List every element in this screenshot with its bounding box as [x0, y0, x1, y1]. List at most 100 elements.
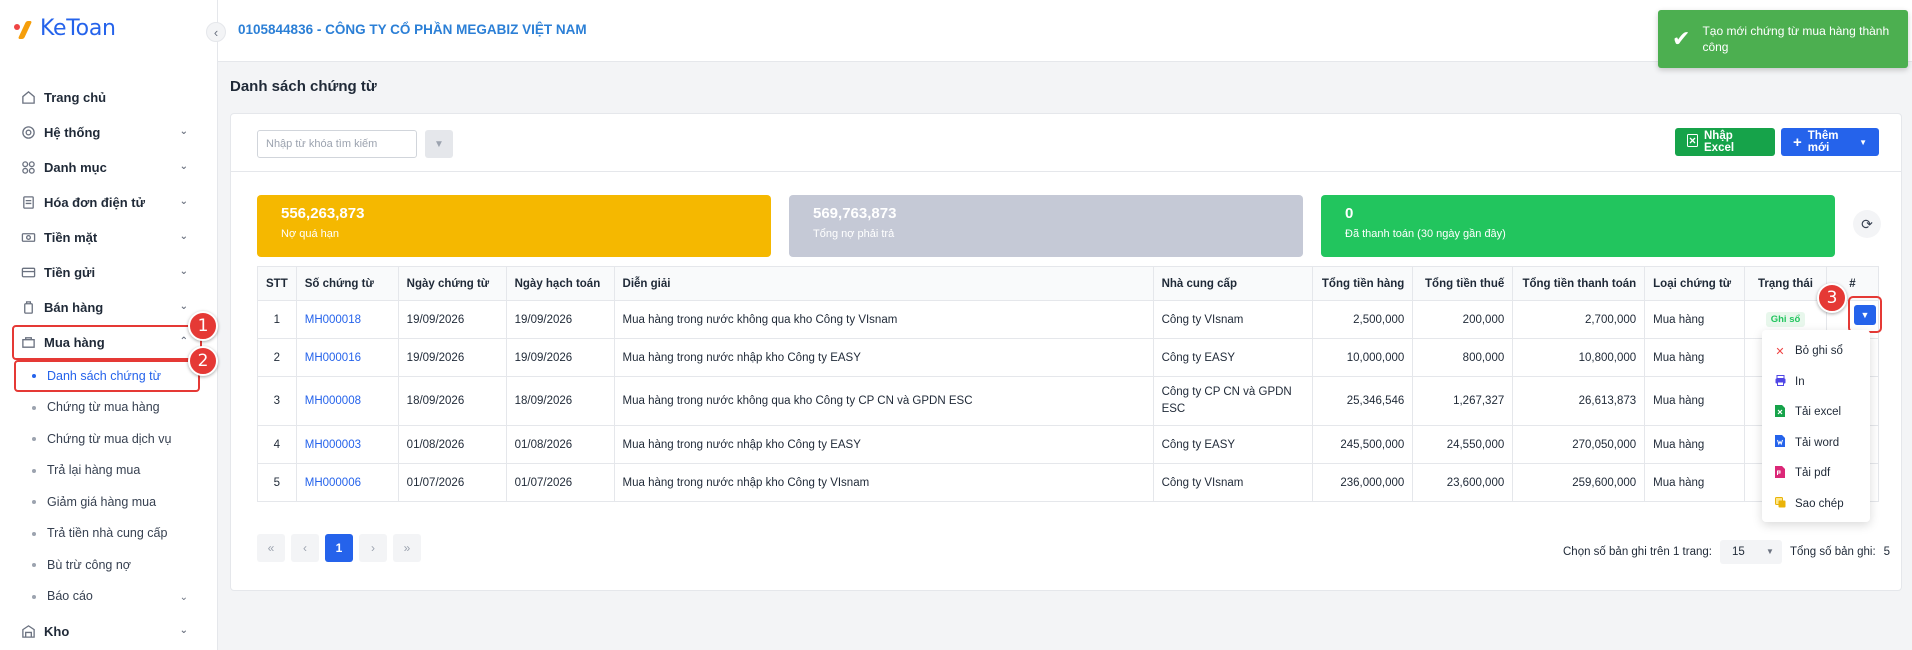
caret-down-icon: ▼	[1860, 309, 1870, 320]
menu-item-download-excel[interactable]: Tải excel	[1762, 397, 1870, 428]
purchase-submenu: Danh sách chứng từ Chứng từ mua hàng Chứ…	[0, 360, 218, 612]
submenu-item-report[interactable]: Báo cáo ⌄	[0, 581, 218, 613]
table-row[interactable]: 1 MH000018 19/09/2026 19/09/2026 Mua hàn…	[257, 300, 1880, 339]
submenu-item-debt-offset[interactable]: Bù trừ công nợ	[0, 549, 218, 581]
cell-description: Mua hàng trong nước nhập kho Công ty EAS…	[613, 425, 1154, 464]
submenu-item-purchase-discount[interactable]: Giảm giá hàng mua	[0, 486, 218, 518]
chevron-down-icon: ⌄	[179, 591, 188, 603]
next-page-button[interactable]: ›	[359, 534, 387, 562]
sidebar-item-purchase[interactable]: Mua hàng ⌃	[12, 325, 202, 360]
sidebar-item-home[interactable]: Trang chủ	[0, 80, 218, 115]
voucher-link[interactable]: MH000016	[305, 352, 361, 364]
refresh-button[interactable]: ⟳	[1853, 210, 1881, 238]
import-excel-button[interactable]: Nhập Excel	[1675, 128, 1775, 156]
cell-posting-date: 19/09/2026	[505, 300, 615, 339]
cell-stt: 3	[257, 376, 297, 426]
chevron-left-icon: ‹	[213, 24, 219, 40]
check-icon: ✔	[1672, 26, 1691, 51]
col-goods-total[interactable]: Tổng tiền hàng	[1312, 266, 1414, 301]
stat-value: 569,763,873	[813, 205, 897, 222]
cell-voucher-date: 01/08/2026	[397, 425, 507, 464]
sidebar-item-label: Tiền mặt	[44, 230, 98, 245]
menu-item-download-word[interactable]: Tải word	[1762, 428, 1870, 459]
cell-voucher-no: MH000006	[295, 463, 399, 502]
menu-item-download-pdf[interactable]: Tải pdf	[1762, 458, 1870, 489]
page-button-current[interactable]: 1	[325, 534, 353, 562]
sidebar-item-cash[interactable]: Tiền mặt ⌄	[0, 220, 218, 255]
sidebar-item-sales[interactable]: Bán hàng ⌄	[0, 290, 218, 325]
submenu-item-service-voucher[interactable]: Chứng từ mua dịch vụ	[0, 423, 218, 455]
col-voucher-no[interactable]: Số chứng từ	[295, 266, 399, 301]
logo[interactable]: KeToan	[14, 16, 116, 41]
voucher-link[interactable]: MH000008	[305, 395, 361, 407]
sales-icon	[20, 300, 36, 316]
col-tax-total[interactable]: Tổng tiền thuế	[1412, 266, 1514, 301]
col-voucher-type[interactable]: Loại chứng từ	[1644, 266, 1746, 301]
submenu-item-label: Danh sách chứng từ	[47, 368, 162, 383]
page-size-select[interactable]: 15 ▼	[1719, 540, 1782, 564]
add-new-button[interactable]: + Thêm mới ▼	[1781, 128, 1879, 156]
prev-page-button[interactable]: ‹	[291, 534, 319, 562]
table-row[interactable]: 2 MH000016 19/09/2026 19/09/2026 Mua hàn…	[257, 338, 1880, 377]
menu-item-print[interactable]: In	[1762, 367, 1870, 398]
submenu-item-purchase-voucher[interactable]: Chứng từ mua hàng	[0, 392, 218, 424]
row-action-button[interactable]: ▼	[1854, 304, 1876, 325]
page-size-label: Chọn số bản ghi trên 1 trang:	[1563, 546, 1712, 558]
cell-posting-date: 19/09/2026	[505, 338, 615, 377]
col-voucher-date[interactable]: Ngày chứng từ	[397, 266, 507, 301]
stat-value: 556,263,873	[281, 205, 365, 222]
stat-value: 0	[1345, 205, 1354, 222]
col-status[interactable]: Trạng thái	[1744, 266, 1827, 301]
sidebar-collapse-button[interactable]: ‹	[206, 22, 226, 42]
voucher-link[interactable]: MH000003	[305, 439, 361, 451]
submenu-item-purchase-return[interactable]: Trả lại hàng mua	[0, 455, 218, 487]
sidebar-item-label: Hệ thống	[44, 125, 101, 140]
col-supplier[interactable]: Nhà cung cấp	[1152, 266, 1314, 301]
page-size-value: 15	[1731, 546, 1745, 558]
chevron-down-icon: ⌄	[179, 266, 188, 277]
company-name[interactable]: 0105844836 - CÔNG TY CỔ PHẦN MEGABIZ VIỆ…	[238, 22, 587, 37]
logo-mark-icon	[14, 18, 34, 40]
col-stt[interactable]: STT	[257, 266, 297, 301]
table-row[interactable]: 5 MH000006 01/07/2026 01/07/2026 Mua hàn…	[257, 463, 1880, 502]
sidebar: KeToan Trang chủ Hệ thống ⌄ Danh mục ⌄ H…	[0, 0, 218, 650]
cell-voucher-date: 18/09/2026	[397, 376, 507, 426]
voucher-link[interactable]: MH000006	[305, 477, 361, 489]
cell-voucher-type: Mua hàng	[1644, 425, 1746, 464]
sidebar-item-label: Danh mục	[44, 160, 107, 175]
menu-item-unpost[interactable]: ✕ Bỏ ghi sổ	[1762, 336, 1870, 367]
printer-icon	[1774, 374, 1786, 389]
menu-item-copy[interactable]: Sao chép	[1762, 489, 1870, 520]
submenu-item-supplier-payment[interactable]: Trả tiền nhà cung cấp	[0, 518, 218, 550]
bullet-icon	[32, 500, 36, 504]
sidebar-item-einvoice[interactable]: Hóa đơn điện tử ⌄	[0, 185, 218, 220]
stat-label: Nợ quá hạn	[281, 228, 339, 240]
search-input[interactable]	[257, 130, 417, 158]
voucher-link[interactable]: MH000018	[305, 314, 361, 326]
import-excel-label: Nhập Excel	[1704, 130, 1735, 154]
first-page-button[interactable]: «	[257, 534, 285, 562]
menu-item-label: Tải word	[1795, 436, 1840, 449]
col-payment-total[interactable]: Tổng tiền thanh toán	[1512, 266, 1646, 301]
sidebar-item-catalog[interactable]: Danh mục ⌄	[0, 150, 218, 185]
sidebar-item-deposit[interactable]: Tiền gửi ⌄	[0, 255, 218, 290]
stat-overdue: 556,263,873 Nợ quá hạn	[257, 195, 771, 257]
filter-button[interactable]: ▼	[425, 130, 453, 158]
last-page-button[interactable]: »	[393, 534, 421, 562]
table-row[interactable]: 4 MH000003 01/08/2026 01/08/2026 Mua hàn…	[257, 425, 1880, 464]
sidebar-item-label: Tiền gửi	[44, 265, 96, 280]
submenu-item-label: Bù trừ công nợ	[47, 557, 131, 572]
sidebar-item-label: Trang chủ	[44, 90, 107, 105]
success-toast[interactable]: ✔ Tạo mới chứng từ mua hàng thành công	[1658, 10, 1908, 68]
cash-icon	[20, 230, 36, 246]
submenu-item-voucher-list[interactable]: Danh sách chứng từ	[14, 360, 200, 392]
cell-payment-total: 259,600,000	[1512, 463, 1646, 502]
cell-supplier: Công ty VIsnam	[1152, 300, 1314, 339]
table-row[interactable]: 3 MH000008 18/09/2026 18/09/2026 Mua hàn…	[257, 376, 1880, 426]
sidebar-item-warehouse[interactable]: Kho ⌄	[0, 614, 218, 649]
sidebar-item-system[interactable]: Hệ thống ⌄	[0, 115, 218, 150]
col-posting-date[interactable]: Ngày hạch toán	[505, 266, 615, 301]
chevron-left-icon: ‹	[303, 541, 307, 555]
cell-stt: 5	[257, 463, 297, 502]
col-description[interactable]: Diễn giải	[613, 266, 1154, 301]
